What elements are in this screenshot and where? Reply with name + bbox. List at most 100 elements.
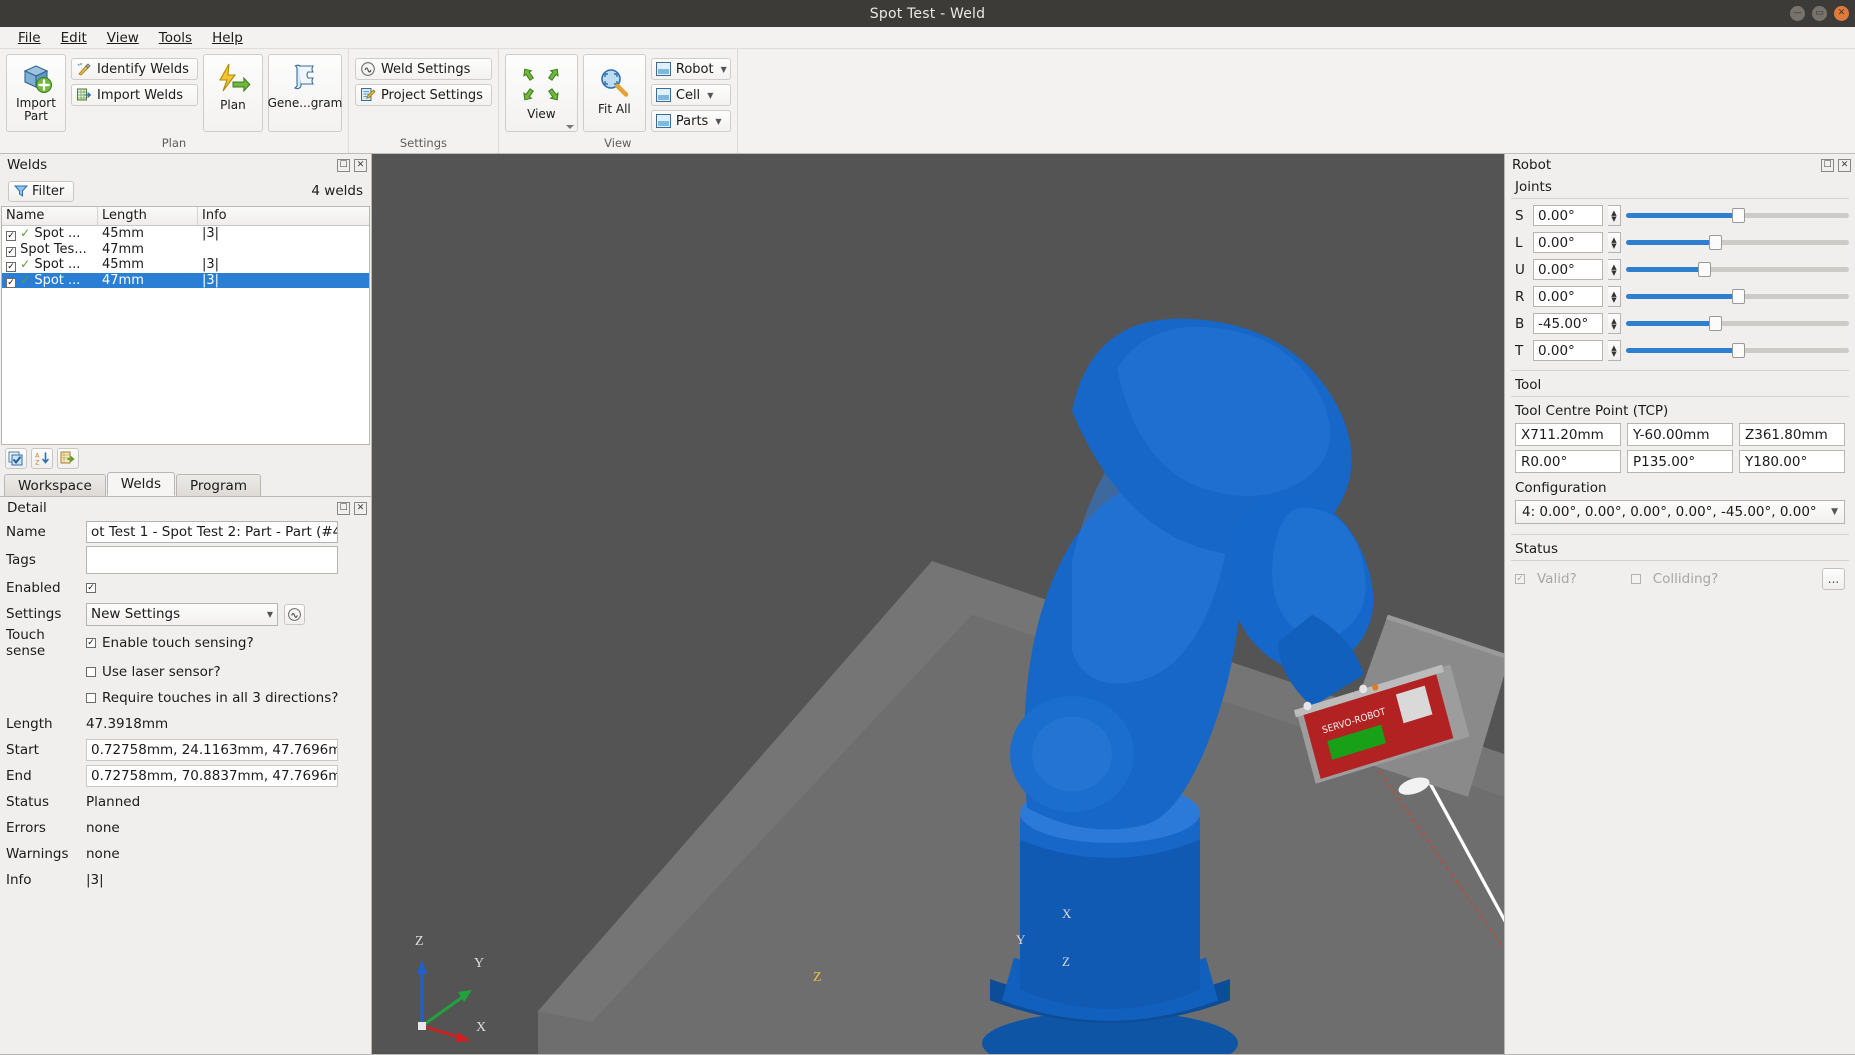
import-welds-button[interactable]: Import Welds — [71, 84, 198, 106]
touch-option-0[interactable]: ✓ Enable touch sensing? — [86, 635, 254, 651]
close-button[interactable]: ✕ — [1834, 6, 1849, 21]
status-more-button[interactable]: ... — [1822, 568, 1845, 590]
plan-button[interactable]: Plan — [202, 54, 263, 132]
slider-handle[interactable] — [1731, 289, 1745, 304]
chevron-down-icon[interactable]: ▼ — [721, 65, 727, 74]
detail-field-value[interactable]: 0.72758mm, 24.1163mm, 47.7696mm — [86, 739, 338, 761]
detail-name-input[interactable]: ot Test 1 - Spot Test 2: Part - Part (#4… — [86, 521, 338, 543]
gizmo-y-label: Y — [474, 956, 485, 971]
tcp-roll-input[interactable]: R0.00° — [1515, 450, 1621, 473]
weld-settings-button[interactable]: Weld Settings — [354, 58, 492, 80]
weld-enabled-checkbox[interactable]: ✓ — [6, 262, 16, 273]
column-header-length[interactable]: Length — [98, 207, 198, 225]
export-welds-button[interactable] — [57, 448, 79, 469]
joint-slider[interactable] — [1626, 232, 1849, 253]
configuration-select[interactable]: 4: 0.00°, 0.00°, 0.00°, 0.00°, -45.00°, … — [1515, 500, 1845, 524]
use-laser-sensor-checkbox[interactable] — [86, 667, 96, 677]
detail-enabled-checkbox[interactable]: ✓ — [86, 583, 96, 593]
joint-stepper[interactable]: ▲ ▼ — [1608, 286, 1621, 307]
slider-handle[interactable] — [1709, 316, 1723, 331]
joint-stepper[interactable]: ▲ ▼ — [1608, 205, 1621, 226]
robot-panel-close-button[interactable]: ✕ — [1838, 158, 1851, 172]
viewport-3d[interactable]: SERVO-ROBOT Z X Y Z Z Y X — [372, 154, 1504, 1054]
joint-slider[interactable] — [1626, 313, 1849, 334]
joint-stepper[interactable]: ▲ ▼ — [1608, 340, 1621, 361]
tab-program[interactable]: Program — [176, 474, 261, 496]
slider-handle[interactable] — [1731, 343, 1745, 358]
joint-slider[interactable] — [1626, 286, 1849, 307]
detail-tags-input[interactable] — [86, 546, 338, 574]
joint-row-r: R 0.00° ▲ ▼ — [1505, 283, 1855, 310]
weld-enabled-checkbox[interactable]: ✓ — [6, 246, 16, 257]
joint-value-input[interactable]: 0.00° — [1533, 259, 1603, 280]
filter-button[interactable]: Filter — [8, 180, 75, 202]
toggle-parts-button[interactable]: Parts ▼ — [650, 110, 731, 132]
chevron-down-icon[interactable]: ▼ — [707, 91, 713, 100]
detail-settings-select[interactable]: New Settings ▼ — [86, 602, 278, 626]
table-row[interactable]: ✓ Spot Tes... 47mm — [2, 242, 369, 258]
welds-panel-close-button[interactable]: ✕ — [354, 158, 367, 172]
tcp-y-input[interactable]: Y-60.00mm — [1627, 423, 1733, 446]
joint-stepper[interactable]: ▲ ▼ — [1608, 313, 1621, 334]
fit-all-button[interactable]: Fit All — [582, 54, 646, 132]
column-header-info[interactable]: Info — [198, 207, 369, 225]
slider-handle[interactable] — [1731, 208, 1745, 223]
enable-touch-sensing-checkbox[interactable]: ✓ — [86, 638, 96, 648]
touch-option-1[interactable]: Use laser sensor? — [86, 664, 221, 680]
detail-field-value[interactable]: 0.72758mm, 70.8837mm, 47.7696mm — [86, 765, 338, 787]
chevron-down-icon[interactable]: ▼ — [715, 117, 721, 126]
joint-value-input[interactable]: 0.00° — [1533, 286, 1603, 307]
robot-panel-float-button[interactable]: ☐ — [1821, 158, 1834, 172]
slider-handle[interactable] — [1709, 235, 1723, 250]
detail-tags-label: Tags — [6, 552, 36, 568]
menu-help[interactable]: Help — [203, 28, 252, 48]
weld-enabled-checkbox[interactable]: ✓ — [6, 278, 16, 289]
toggle-robot-button[interactable]: Robot ▼ — [650, 58, 731, 80]
menu-view[interactable]: View — [98, 28, 148, 48]
identify-welds-button[interactable]: Identify Welds — [71, 58, 198, 80]
maximize-button[interactable]: ▭ — [1812, 6, 1827, 21]
menu-edit[interactable]: Edit — [52, 28, 96, 48]
table-row[interactable]: ✓ ✓ Spot ... 47mm |3| — [2, 272, 369, 289]
weld-enabled-checkbox[interactable]: ✓ — [6, 231, 16, 242]
menu-tools[interactable]: Tools — [150, 28, 201, 48]
view-button[interactable]: View — [504, 54, 578, 132]
tab-welds[interactable]: Welds — [106, 472, 176, 496]
detail-field-row: End 0.72758mm, 70.8837mm, 47.7696mm — [0, 763, 371, 789]
sort-az-button[interactable]: AZ — [31, 448, 53, 469]
joint-value-input[interactable]: 0.00° — [1533, 340, 1603, 361]
tcp-z-input[interactable]: Z361.80mm — [1739, 423, 1845, 446]
tcp-pitch-input[interactable]: P135.00° — [1627, 450, 1733, 473]
menu-file[interactable]: File — [9, 28, 50, 48]
require-3-directions-checkbox[interactable] — [86, 693, 96, 703]
touch-option-2[interactable]: Require touches in all 3 directions? — [86, 690, 338, 706]
detail-panel-float-button[interactable]: ☐ — [337, 501, 350, 515]
joint-stepper[interactable]: ▲ ▼ — [1608, 232, 1621, 253]
settings-edit-button[interactable] — [284, 603, 305, 625]
joint-slider[interactable] — [1626, 340, 1849, 361]
column-header-name[interactable]: Name — [2, 207, 98, 225]
import-part-button[interactable]: Import Part — [6, 54, 66, 132]
joint-slider[interactable] — [1626, 205, 1849, 226]
tcp-yaw-input[interactable]: Y180.00° — [1739, 450, 1845, 473]
joint-stepper[interactable]: ▲ ▼ — [1608, 259, 1621, 280]
table-row[interactable]: ✓ ✓ Spot ... 45mm |3| — [2, 257, 369, 273]
welds-panel-float-button[interactable]: ☐ — [337, 158, 350, 172]
table-row[interactable]: ✓ ✓ Spot ... 45mm |3| — [2, 226, 369, 242]
project-settings-button[interactable]: Project Settings — [354, 84, 492, 106]
tab-workspace[interactable]: Workspace — [4, 474, 106, 496]
gizmo-x-label: X — [476, 1020, 487, 1035]
detail-panel-close-button[interactable]: ✕ — [354, 501, 367, 515]
slider-handle[interactable] — [1698, 262, 1712, 277]
chevron-down-icon[interactable] — [565, 125, 574, 129]
generate-program-button[interactable]: Gene...gram — [268, 54, 342, 132]
select-all-button[interactable] — [5, 448, 27, 469]
minimize-button[interactable]: — — [1790, 6, 1805, 21]
joint-value-input[interactable]: -45.00° — [1533, 313, 1603, 334]
tcp-x-input[interactable]: X711.20mm — [1515, 423, 1621, 446]
joint-value-input[interactable]: 0.00° — [1533, 205, 1603, 226]
import-part-icon — [19, 60, 53, 94]
joint-value-input[interactable]: 0.00° — [1533, 232, 1603, 253]
joint-slider[interactable] — [1626, 259, 1849, 280]
toggle-cell-button[interactable]: Cell ▼ — [650, 84, 731, 106]
